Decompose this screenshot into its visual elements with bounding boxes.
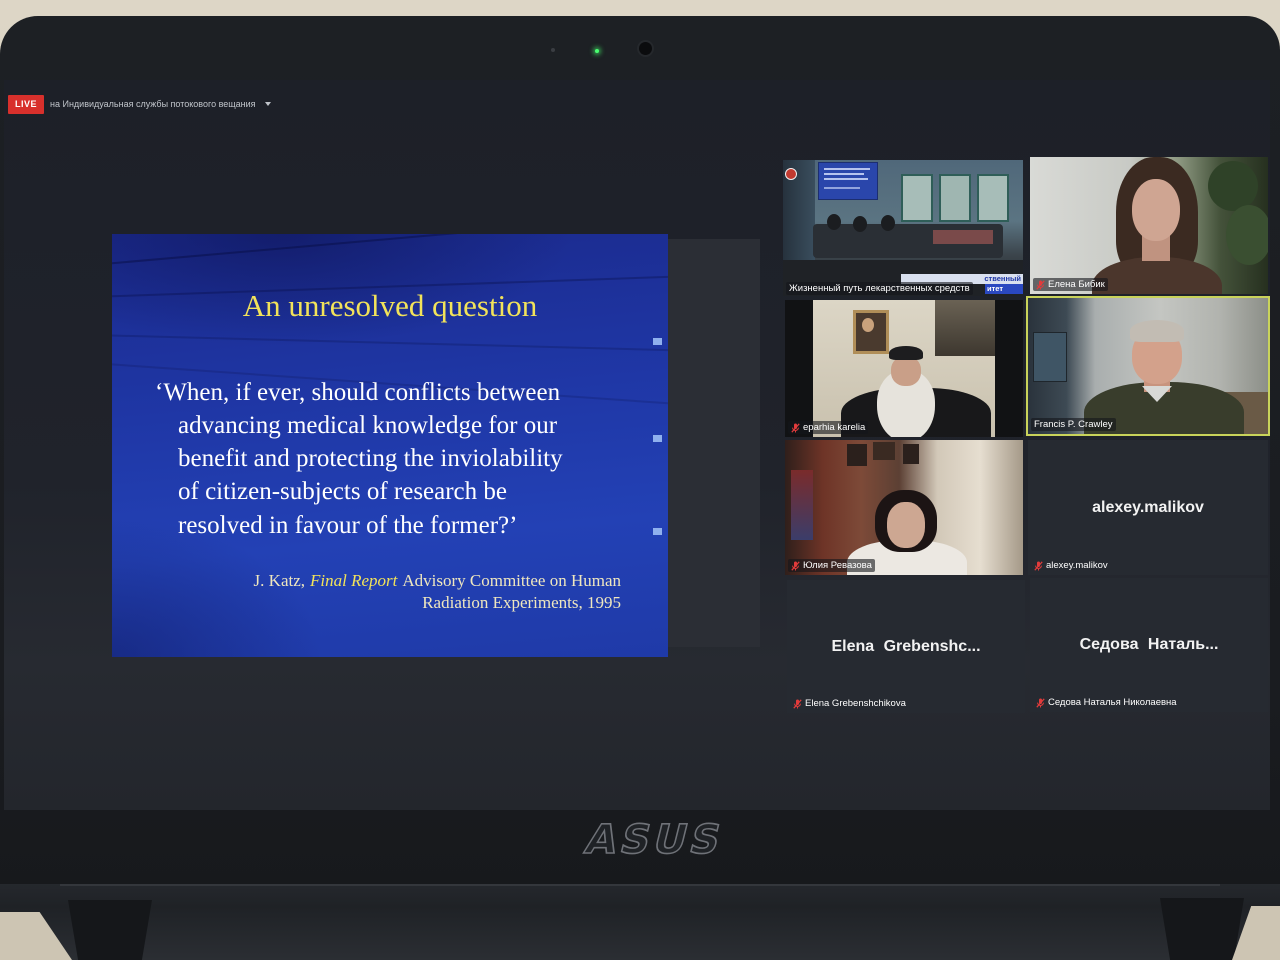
person-face xyxy=(891,356,921,386)
participant-video xyxy=(1030,157,1268,294)
presentation-slide: An unresolved question ‘When, if ever, s… xyxy=(112,234,668,657)
room-attendee xyxy=(853,216,867,232)
participant-video xyxy=(785,440,1023,575)
participant-name: Elena Grebenshchikova xyxy=(805,698,906,709)
asus-logo: ASUS xyxy=(580,816,730,864)
citation-work: Final Report xyxy=(310,571,398,590)
room-chairs xyxy=(933,230,993,244)
participant-display-name: Elena Grebenshc... xyxy=(831,637,981,655)
camera-led xyxy=(595,49,599,53)
participant-tile[interactable]: Юлия Ревазова xyxy=(785,440,1023,575)
participant-tile[interactable]: Elena Grebenshc... Elena Grebenshchikova xyxy=(787,580,1025,713)
muted-mic-icon xyxy=(1034,560,1043,571)
quote-line: of citizen-subjects of research be xyxy=(178,478,508,505)
light-sensor xyxy=(551,48,555,52)
chevron-down-icon[interactable] xyxy=(264,102,271,106)
laptop-base xyxy=(0,884,1280,960)
person-face xyxy=(887,502,925,548)
citation-rest: Advisory Committee on Human xyxy=(402,571,621,590)
participant-name-label: Жизненный путь лекарственных средств xyxy=(786,282,973,295)
projector-text-line xyxy=(824,173,864,175)
slide-citation: J. Katz, Final Report Advisory Committee o… xyxy=(254,570,621,614)
room-attendee xyxy=(827,214,841,230)
participant-name: Жизненный путь лекарственных средств xyxy=(789,283,970,294)
webcam-icon xyxy=(639,42,652,55)
background-plant xyxy=(1226,205,1268,265)
participant-tile[interactable]: Елена Бибик xyxy=(1030,157,1268,294)
room-window xyxy=(901,174,933,222)
participant-name-label: Francis P. Crawley xyxy=(1031,418,1116,431)
muted-mic-icon xyxy=(791,422,800,433)
background-frame xyxy=(847,444,867,466)
projector-text-line xyxy=(824,168,870,170)
quote-line: advancing medical knowledge for our xyxy=(178,412,558,439)
participant-name: Юлия Ревазова xyxy=(803,560,872,571)
participant-tile[interactable]: eparhia karelia xyxy=(785,300,1023,437)
participant-name-label: Elena Grebenshchikova xyxy=(790,697,909,710)
live-stream-bar[interactable]: LIVE на Индивидуальная службы потокового… xyxy=(8,94,271,114)
live-badge[interactable]: LIVE xyxy=(8,94,44,114)
quote-line: resolved in favour of the former?’ xyxy=(178,512,518,539)
participant-name-label: Седова Наталья Николаевна xyxy=(1033,696,1180,709)
person-hair xyxy=(1130,320,1184,342)
participant-name: Елена Бибик xyxy=(1048,279,1105,290)
person-cap xyxy=(889,346,923,360)
background-icon-frame xyxy=(853,310,889,354)
participant-video xyxy=(785,300,1023,437)
share-window-padding xyxy=(668,239,760,647)
background-painting xyxy=(1033,332,1067,382)
participant-tile[interactable]: alexey.malikov alexey.malikov xyxy=(1028,440,1268,575)
background-frame xyxy=(873,442,895,460)
slide-quote: ‘When, if ever, should conflicts between… xyxy=(112,376,668,546)
participant-name-label: alexey.malikov xyxy=(1031,559,1111,572)
screen-share-view: An unresolved question ‘When, if ever, s… xyxy=(112,234,760,657)
person-face xyxy=(1132,179,1180,241)
citation-line: J. Katz, Final Report Advisory Committee o… xyxy=(254,570,621,592)
room-window xyxy=(939,174,971,222)
citation-author: J. Katz, xyxy=(253,571,306,590)
participant-name: alexey.malikov xyxy=(1046,560,1108,571)
participant-tile-active-speaker[interactable]: Francis P. Crawley xyxy=(1026,296,1270,436)
participant-name-label: eparhia karelia xyxy=(788,421,869,434)
participant-tile[interactable]: Седова Наталь... Седова Наталья Николаев… xyxy=(1030,578,1268,712)
muted-mic-icon xyxy=(1036,279,1045,290)
background-plant xyxy=(1208,161,1258,211)
participant-name-label: Елена Бибик xyxy=(1033,278,1108,291)
participant-name: eparhia karelia xyxy=(803,422,866,433)
projector-text-line xyxy=(824,187,860,189)
icon-face xyxy=(862,318,874,332)
participant-name: Francis P. Crawley xyxy=(1034,419,1113,430)
participant-video xyxy=(1028,298,1268,434)
slide-decoration xyxy=(112,234,668,266)
background-shelf xyxy=(791,470,813,540)
participant-display-name: alexey.malikov xyxy=(1092,498,1204,516)
background-photo xyxy=(935,300,995,356)
laptop-hinge-gap xyxy=(60,884,1220,886)
muted-mic-icon xyxy=(1036,697,1045,708)
participant-display-name: Седова Наталь... xyxy=(1079,636,1219,653)
citation-line: Radiation Experiments, 1995 xyxy=(422,593,621,612)
zoom-meeting-window: LIVE на Индивидуальная службы потокового… xyxy=(4,80,1270,810)
person-body xyxy=(1092,257,1222,294)
room-logo xyxy=(785,168,797,180)
participant-tile[interactable]: ственный итет Жизненный путь лекарственн… xyxy=(783,160,1023,296)
projector-text-line xyxy=(824,178,868,180)
room-attendee xyxy=(881,215,895,231)
muted-mic-icon xyxy=(793,698,802,709)
laptop-hinge-right xyxy=(1160,898,1244,960)
participant-name: Седова Наталья Николаевна xyxy=(1048,697,1177,708)
slide-decoration xyxy=(653,338,662,345)
room-window xyxy=(977,174,1009,222)
stream-service-label[interactable]: на Индивидуальная службы потокового веща… xyxy=(50,99,256,109)
video-frame xyxy=(813,300,995,437)
video-overlay-text: итет xyxy=(985,284,1023,294)
slide-decoration xyxy=(112,334,668,353)
background-frame xyxy=(903,444,919,464)
slide-title: An unresolved question xyxy=(242,288,538,323)
laptop-hinge-left xyxy=(68,900,152,960)
quote-line: benefit and protecting the inviolability xyxy=(178,445,563,472)
muted-mic-icon xyxy=(791,560,800,571)
quote-line: ‘When, if ever, should conflicts between xyxy=(155,379,561,406)
participant-name-label: Юлия Ревазова xyxy=(788,559,875,572)
